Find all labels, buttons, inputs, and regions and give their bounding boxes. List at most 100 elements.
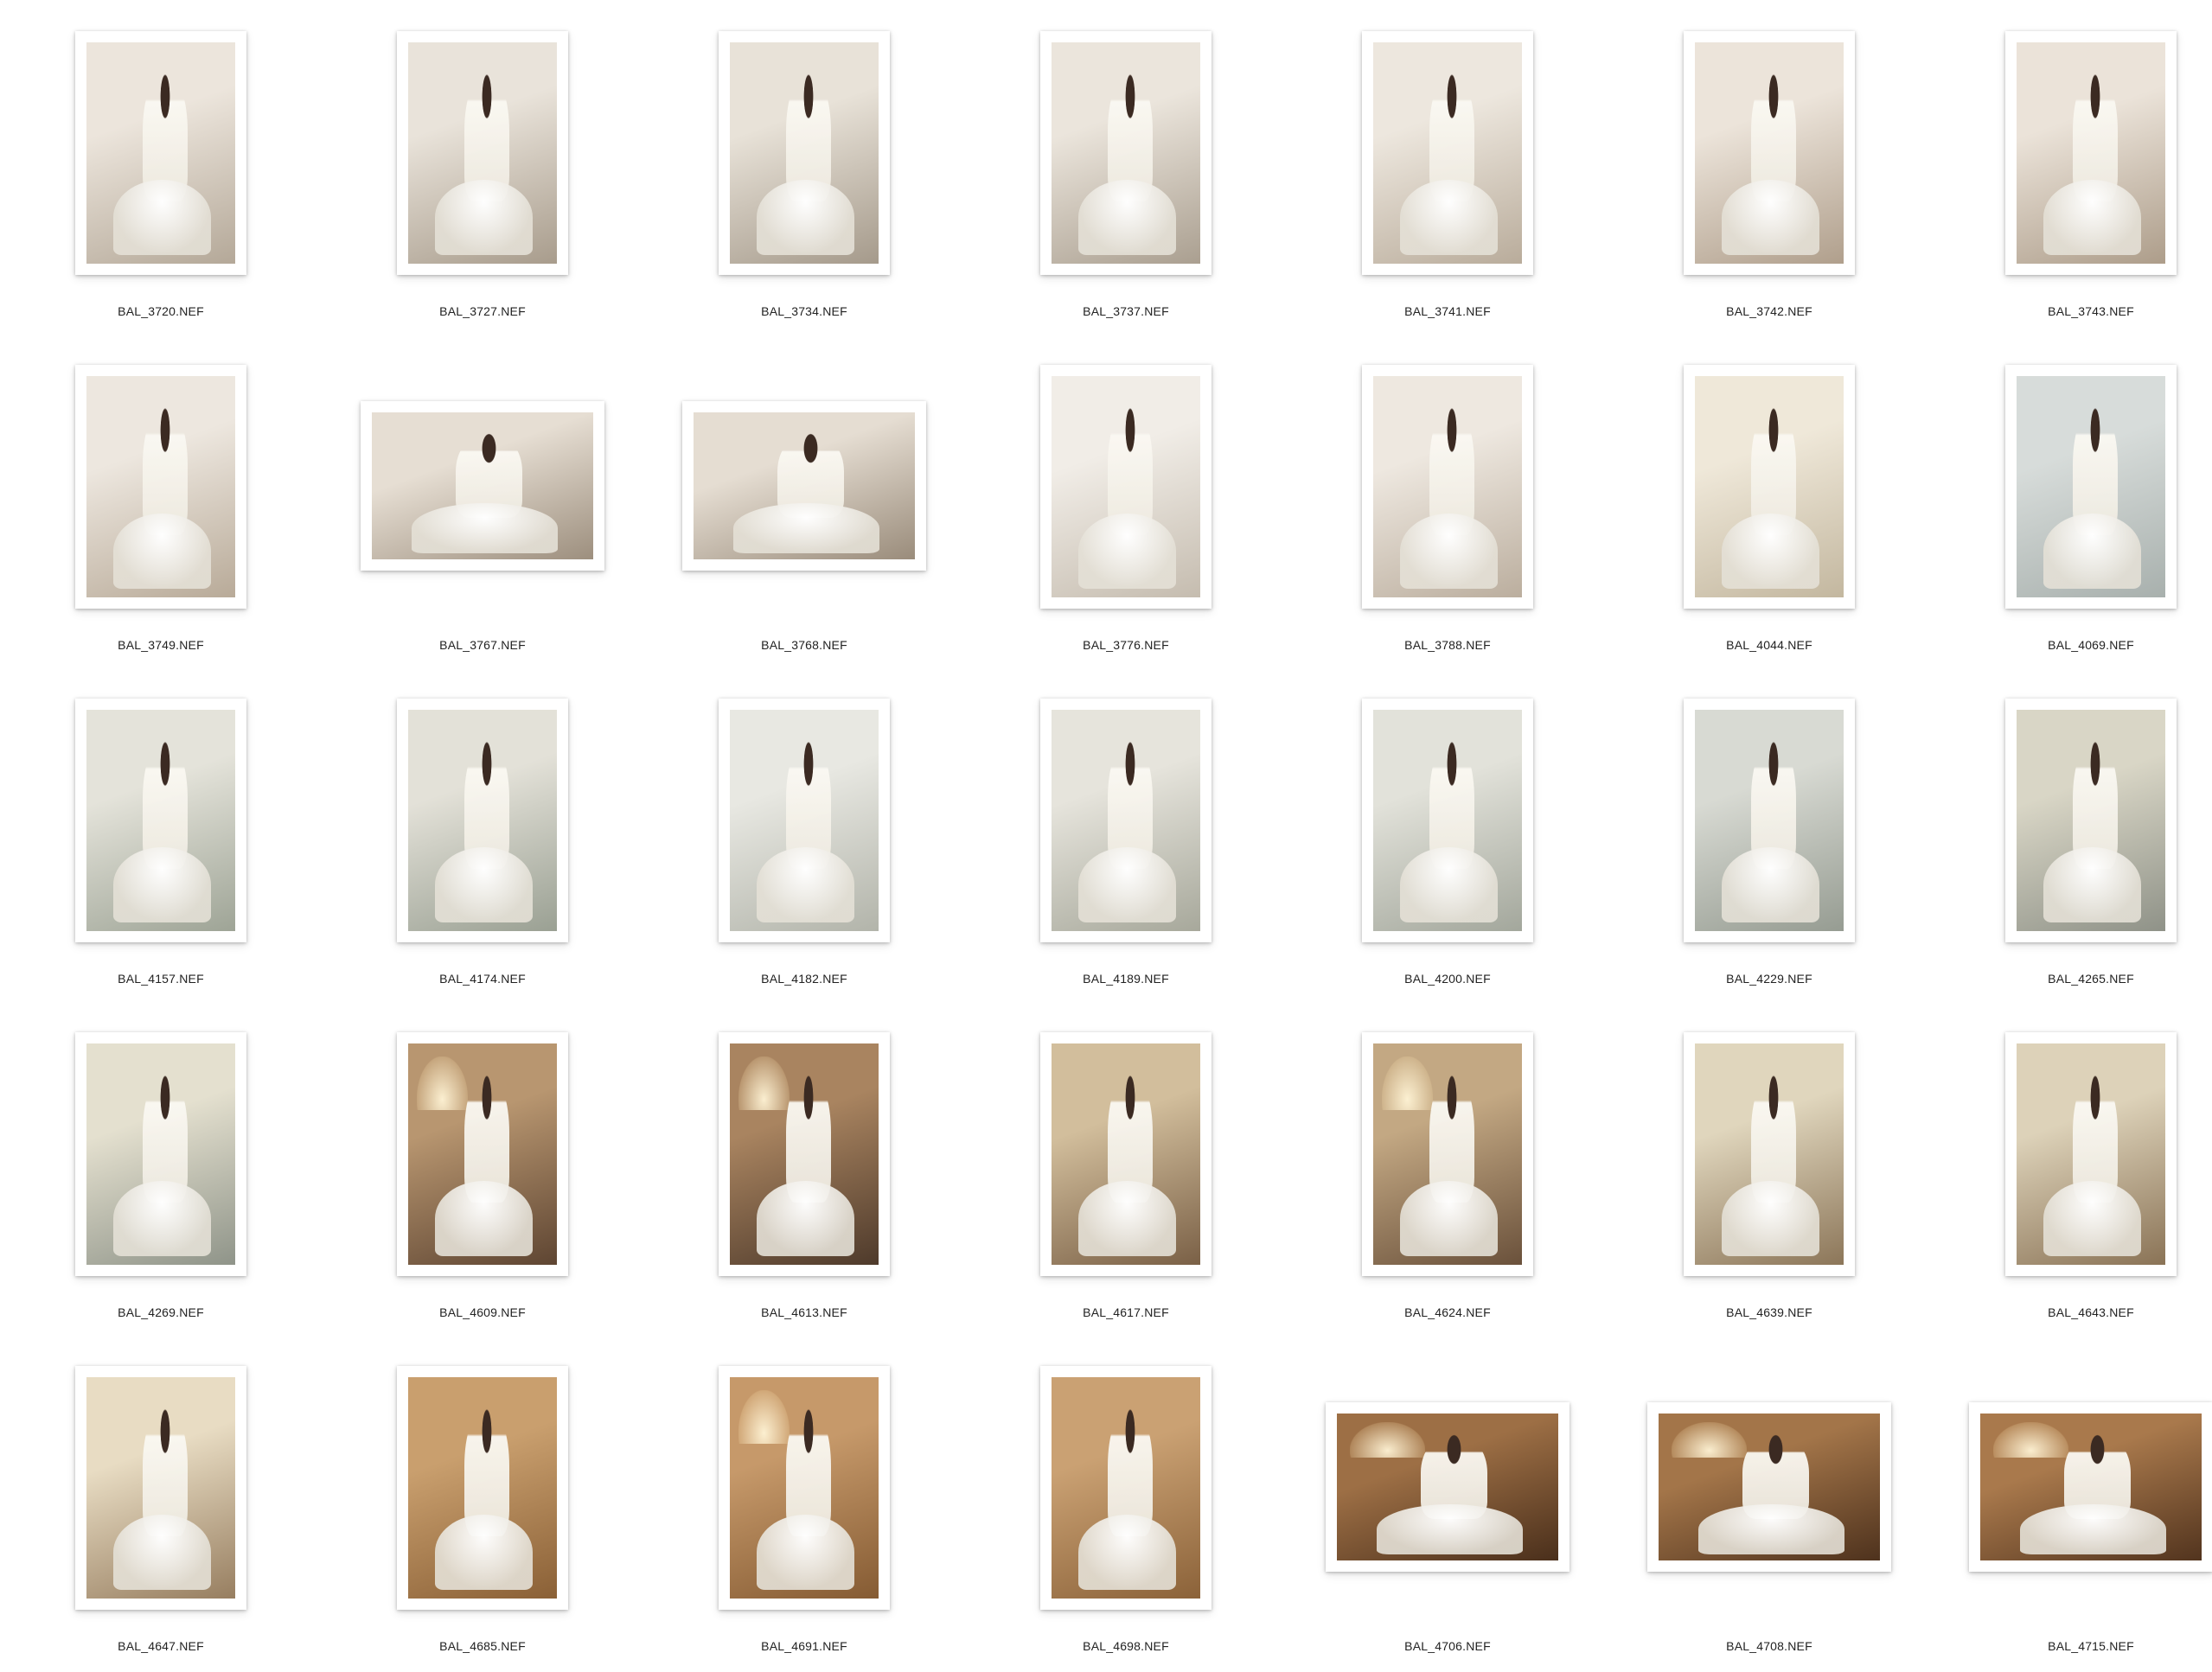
lamp-glow <box>1382 1056 1433 1110</box>
photo-image <box>408 710 557 931</box>
gown-train <box>1377 1504 1524 1555</box>
gown-train <box>2043 846 2142 922</box>
photo-thumbnail[interactable] <box>1684 699 1855 942</box>
photo-item[interactable]: BAL_3720.NEF <box>0 0 322 334</box>
gown-train <box>756 179 855 255</box>
photo-item[interactable]: BAL_4613.NEF <box>643 1001 965 1335</box>
photo-item[interactable]: BAL_4691.NEF <box>643 1335 965 1669</box>
photo-thumbnail[interactable] <box>1040 1032 1211 1276</box>
photo-thumbnail[interactable] <box>1362 699 1533 942</box>
photo-image <box>1052 1377 1200 1599</box>
photo-thumbnail[interactable] <box>75 699 246 942</box>
photo-thumbnail[interactable] <box>719 31 890 275</box>
photo-item[interactable]: BAL_3749.NEF <box>0 334 322 667</box>
photo-thumbnail[interactable] <box>397 1366 568 1610</box>
photo-filename: BAL_4265.NEF <box>2048 972 2134 986</box>
photo-image <box>408 42 557 264</box>
photo-filename: BAL_4639.NEF <box>1726 1305 1812 1319</box>
photo-thumbnail[interactable] <box>2005 365 2177 609</box>
photo-thumbnail[interactable] <box>75 1032 246 1276</box>
photo-item[interactable]: BAL_4229.NEF <box>1608 667 1930 1001</box>
photo-item[interactable]: BAL_4624.NEF <box>1287 1001 1608 1335</box>
photo-image <box>86 42 235 264</box>
photo-thumbnail[interactable] <box>719 1366 890 1610</box>
photo-thumbnail[interactable] <box>361 401 604 571</box>
photo-item[interactable]: BAL_4189.NEF <box>965 667 1287 1001</box>
photo-grid: BAL_3720.NEF BAL_3727.NEF BAL_3734.NEF BAL_… <box>0 0 2212 1672</box>
gown-train <box>434 1514 534 1590</box>
photo-filename: BAL_4624.NEF <box>1404 1305 1491 1319</box>
photo-image <box>1695 42 1844 264</box>
photo-item[interactable]: BAL_3743.NEF <box>1930 0 2212 334</box>
photo-item[interactable]: BAL_4200.NEF <box>1287 667 1608 1001</box>
photo-image <box>1695 710 1844 931</box>
photo-item[interactable]: BAL_4715.NEF <box>1930 1335 2212 1669</box>
photo-filename: BAL_3788.NEF <box>1404 638 1491 652</box>
photo-thumbnail[interactable] <box>1684 365 1855 609</box>
photo-item[interactable]: BAL_3742.NEF <box>1608 0 1930 334</box>
photo-image <box>1052 376 1200 597</box>
lamp-glow <box>738 1056 790 1110</box>
photo-thumbnail[interactable] <box>1362 1032 1533 1276</box>
gown-train <box>1698 1504 1845 1555</box>
photo-item[interactable]: BAL_4182.NEF <box>643 667 965 1001</box>
photo-thumbnail[interactable] <box>397 1032 568 1276</box>
lamp-glow <box>738 1390 790 1444</box>
photo-thumbnail[interactable] <box>719 1032 890 1276</box>
photo-thumbnail[interactable] <box>1684 31 1855 275</box>
photo-thumbnail[interactable] <box>1040 699 1211 942</box>
photo-thumbnail[interactable] <box>2005 31 2177 275</box>
photo-filename: BAL_3742.NEF <box>1726 304 1812 318</box>
photo-filename: BAL_3768.NEF <box>761 638 847 652</box>
photo-thumbnail[interactable] <box>1684 1032 1855 1276</box>
photo-thumbnail[interactable] <box>1969 1402 2212 1572</box>
photo-item[interactable]: BAL_3727.NEF <box>322 0 643 334</box>
photo-item[interactable]: BAL_4706.NEF <box>1287 1335 1608 1669</box>
photo-image <box>1373 710 1522 931</box>
photo-thumbnail[interactable] <box>682 401 926 571</box>
photo-thumbnail[interactable] <box>75 31 246 275</box>
photo-item[interactable]: BAL_3767.NEF <box>322 334 643 667</box>
photo-filename: BAL_3720.NEF <box>118 304 204 318</box>
photo-thumbnail[interactable] <box>1040 1366 1211 1610</box>
photo-item[interactable]: BAL_4044.NEF <box>1608 334 1930 667</box>
gown-train <box>2043 179 2142 255</box>
photo-thumbnail[interactable] <box>1040 365 1211 609</box>
photo-thumbnail[interactable] <box>1647 1402 1891 1572</box>
photo-item[interactable]: BAL_3734.NEF <box>643 0 965 334</box>
photo-thumbnail[interactable] <box>397 699 568 942</box>
photo-item[interactable]: BAL_4685.NEF <box>322 1335 643 1669</box>
photo-thumbnail[interactable] <box>2005 1032 2177 1276</box>
photo-image <box>1659 1414 1880 1560</box>
photo-filename: BAL_4200.NEF <box>1404 972 1491 986</box>
photo-item[interactable]: BAL_3776.NEF <box>965 334 1287 667</box>
photo-item[interactable]: BAL_4708.NEF <box>1608 1335 1930 1669</box>
photo-item[interactable]: BAL_3788.NEF <box>1287 334 1608 667</box>
photo-item[interactable]: BAL_3737.NEF <box>965 0 1287 334</box>
photo-item[interactable]: BAL_4639.NEF <box>1608 1001 1930 1335</box>
photo-thumbnail[interactable] <box>1040 31 1211 275</box>
photo-thumbnail[interactable] <box>397 31 568 275</box>
photo-item[interactable]: BAL_4698.NEF <box>965 1335 1287 1669</box>
photo-item[interactable]: BAL_4643.NEF <box>1930 1001 2212 1335</box>
photo-thumbnail[interactable] <box>75 365 246 609</box>
photo-thumbnail[interactable] <box>2005 699 2177 942</box>
photo-item[interactable]: BAL_4609.NEF <box>322 1001 643 1335</box>
gown-train <box>1399 513 1499 589</box>
photo-item[interactable]: BAL_4157.NEF <box>0 667 322 1001</box>
photo-thumbnail[interactable] <box>1362 31 1533 275</box>
photo-item[interactable]: BAL_4069.NEF <box>1930 334 2212 667</box>
photo-item[interactable]: BAL_3768.NEF <box>643 334 965 667</box>
photo-thumbnail[interactable] <box>1326 1402 1569 1572</box>
photo-item[interactable]: BAL_4269.NEF <box>0 1001 322 1335</box>
photo-item[interactable]: BAL_4174.NEF <box>322 667 643 1001</box>
photo-thumbnail[interactable] <box>1362 365 1533 609</box>
photo-item[interactable]: BAL_3741.NEF <box>1287 0 1608 334</box>
photo-filename: BAL_3737.NEF <box>1083 304 1169 318</box>
photo-item[interactable]: BAL_4265.NEF <box>1930 667 2212 1001</box>
photo-item[interactable]: BAL_4617.NEF <box>965 1001 1287 1335</box>
photo-thumbnail[interactable] <box>75 1366 246 1610</box>
photo-thumbnail[interactable] <box>719 699 890 942</box>
photo-item[interactable]: BAL_4647.NEF <box>0 1335 322 1669</box>
photo-filename: BAL_4157.NEF <box>118 972 204 986</box>
